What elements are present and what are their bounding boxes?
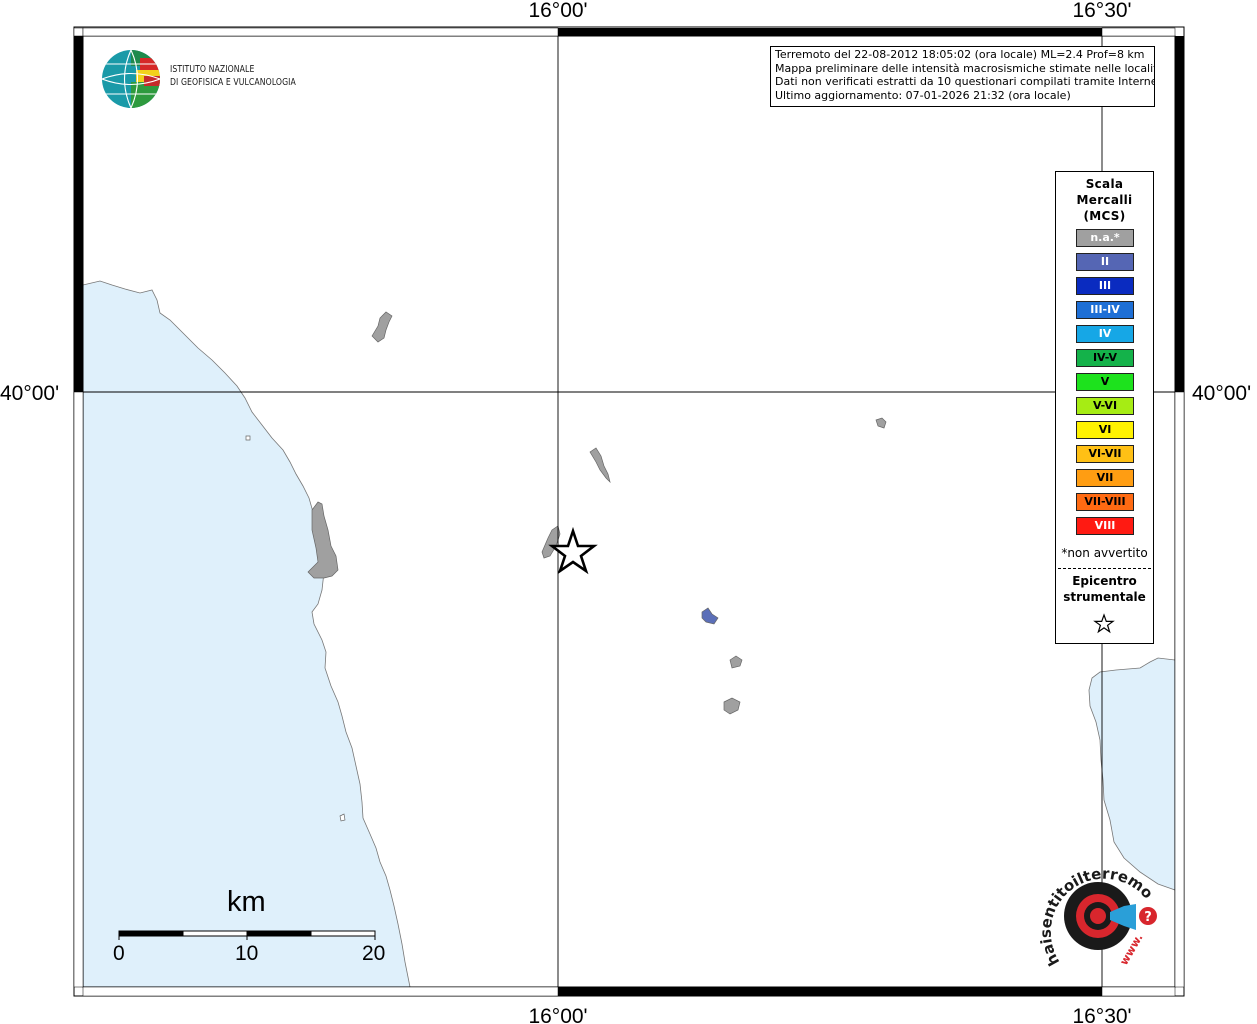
legend-epicenter-line-2: strumentale: [1063, 590, 1146, 604]
legend-title: Scala Mercalli (MCS): [1056, 176, 1153, 224]
lat-label-right: 40°00': [1192, 382, 1251, 405]
logo-line-1: ISTITUTO NAZIONALE: [170, 64, 255, 75]
legend-item-vii: VII: [1076, 469, 1134, 487]
lon-label-bottom-1: 16°00': [528, 1005, 587, 1024]
ingv-logo: ISTITUTO NAZIONALE DI GEOFISICA E VULCAN…: [100, 48, 320, 110]
legend-item-v: V: [1076, 373, 1134, 391]
legend-item-iv-v: IV-V: [1076, 349, 1134, 367]
lon-label-top-1: 16°00': [528, 0, 587, 22]
event-info-line-3: Dati non verificati estratti da 10 quest…: [775, 75, 1155, 89]
logo-line-2: DI GEOFISICA E VULCANOLOGIA: [170, 77, 296, 88]
legend-item-vi-vii: VI-VII: [1076, 445, 1134, 463]
legend-title-line-3: (MCS): [1083, 209, 1126, 223]
coastal-islet: [245, 435, 251, 441]
event-info-box: Terremoto del 22-08-2012 18:05:02 (ora l…: [770, 46, 1155, 107]
event-info-line-2: Mappa preliminare delle intensità macros…: [775, 61, 1155, 75]
globe-icon: [102, 50, 160, 108]
haisentito-logo-icon: ? haisentitoilterremoto.it www.: [1025, 836, 1157, 969]
scale-tick-0: 0: [113, 942, 125, 965]
legend-item-ii: II: [1076, 253, 1134, 271]
mcs-legend: Scala Mercalli (MCS) n.a.* II III III-IV IV I…: [1055, 171, 1154, 644]
legend-item-iv: IV: [1076, 325, 1134, 343]
lon-label-top-2: 16°30': [1072, 0, 1131, 22]
haisentito-logo: ? haisentitoilterremoto.it www.: [1025, 836, 1170, 980]
legend-item-vi: VI: [1076, 421, 1134, 439]
legend-title-line-2: Mercalli: [1076, 193, 1133, 207]
event-info-line-4: Ultimo aggiornamento: 07-01-2026 21:32 (…: [775, 89, 1071, 103]
legend-note: *non avvertito: [1061, 546, 1148, 560]
legend-title-line-1: Scala: [1085, 177, 1124, 191]
legend-item-iii: III: [1076, 277, 1134, 295]
legend-star-icon: [1093, 613, 1115, 634]
scale-unit-label: km: [227, 886, 266, 918]
legend-item-n-a-: n.a.*: [1076, 229, 1134, 247]
legend-item-iii-iv: III-IV: [1076, 301, 1134, 319]
lon-label-bottom-2: 16°30': [1072, 1005, 1131, 1024]
scale-tick-20: 20: [362, 942, 386, 965]
lat-label-left: 40°00': [0, 382, 59, 405]
legend-epicenter-line-1: Epicentro: [1072, 574, 1137, 588]
legend-item-v-vi: V-VI: [1076, 397, 1134, 415]
legend-epicenter-label: Epicentro strumentale: [1056, 573, 1153, 605]
legend-divider: [1058, 568, 1151, 569]
event-info-line-1: Terremoto del 22-08-2012 18:05:02 (ora l…: [775, 48, 1145, 61]
scale-tick-10: 10: [235, 942, 259, 965]
legend-item-vii-viii: VII-VIII: [1076, 493, 1134, 511]
legend-item-viii: VIII: [1076, 517, 1134, 535]
svg-text:?: ?: [1144, 910, 1152, 925]
